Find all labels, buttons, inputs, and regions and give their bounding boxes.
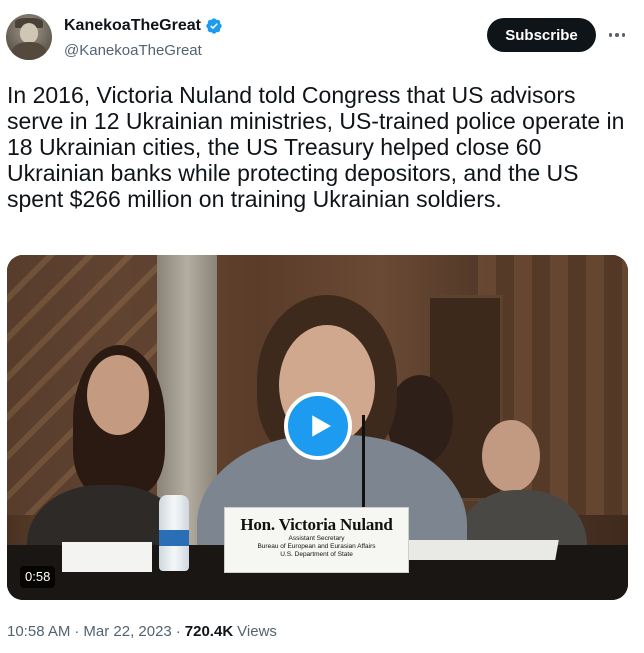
play-button[interactable] <box>284 392 352 460</box>
tweet-time[interactable]: 10:58 AM <box>7 623 70 640</box>
views-count: 720.4K <box>184 623 234 640</box>
meta-separator: · <box>175 623 181 640</box>
author-avatar[interactable] <box>6 14 52 60</box>
aide-face <box>87 355 149 435</box>
nameplate-department: U.S. Department of State <box>280 551 353 558</box>
background-man-face <box>482 420 540 492</box>
subscribe-button[interactable]: Subscribe <box>487 18 596 52</box>
author-display-name[interactable]: KanekoaTheGreat <box>64 17 201 35</box>
water-bottle-label <box>159 530 189 546</box>
more-dot <box>608 33 613 37</box>
avatar-body <box>12 42 46 60</box>
play-icon <box>311 415 331 437</box>
author-name-row: KanekoaTheGreat <box>64 17 223 35</box>
papers <box>405 540 559 560</box>
more-dot <box>615 33 619 37</box>
nameplate-title: Assistant Secretary <box>288 535 345 542</box>
views-label: Views <box>237 623 277 640</box>
video-duration: 0:58 <box>20 566 56 588</box>
meta-separator: · <box>74 623 80 640</box>
nameplate-name: Hon. Victoria Nuland <box>240 515 393 534</box>
author-handle[interactable]: @KanekoaTheGreat <box>64 42 202 59</box>
more-dot <box>621 33 626 37</box>
nameplate-bureau: Bureau of European and Eurasian Affairs <box>257 543 376 550</box>
more-options-icon[interactable] <box>603 24 631 46</box>
avatar-face <box>20 23 38 43</box>
tweet-text: In 2016, Victoria Nuland told Congress t… <box>7 82 625 212</box>
tweet-date[interactable]: Mar 22, 2023 <box>83 623 171 640</box>
tweet-meta: 10:58 AM · Mar 22, 2023 · 720.4K Views <box>7 623 277 640</box>
video-player[interactable]: Hon. Victoria Nuland Assistant Secretary… <box>7 255 628 600</box>
folder <box>62 542 152 572</box>
verified-badge-icon[interactable] <box>205 17 223 35</box>
nameplate: Hon. Victoria Nuland Assistant Secretary… <box>224 507 409 573</box>
